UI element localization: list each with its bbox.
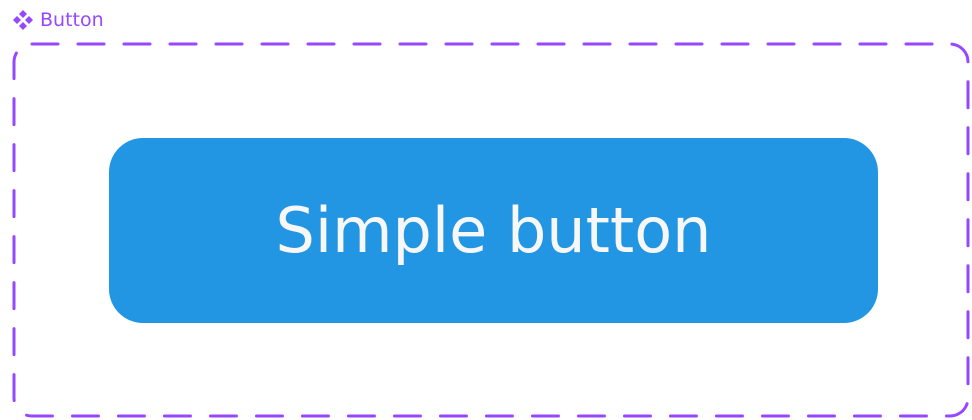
component-diamond-icon xyxy=(12,9,34,31)
component-canvas: Button Simple button xyxy=(0,0,972,420)
simple-button[interactable]: Simple button xyxy=(109,138,878,323)
component-label-text: Button xyxy=(40,9,104,31)
component-title: Button xyxy=(12,8,104,32)
